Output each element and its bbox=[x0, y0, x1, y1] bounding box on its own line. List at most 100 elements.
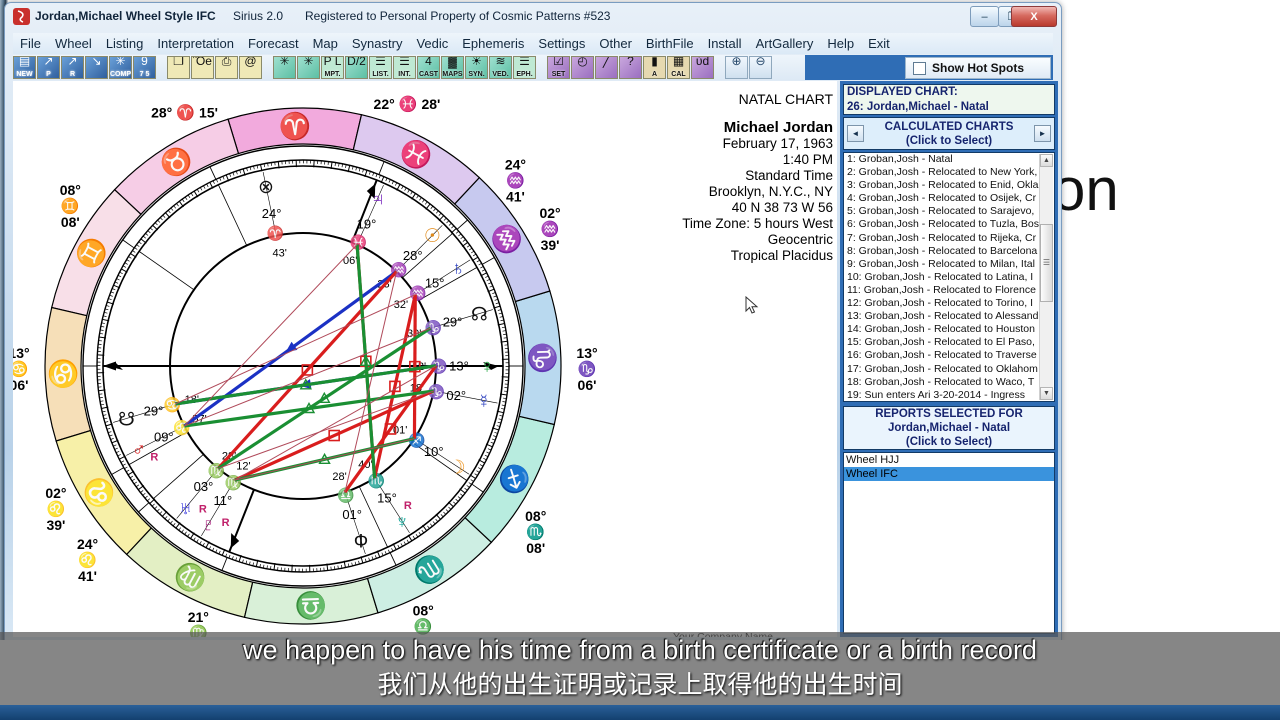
menu-item-forecast[interactable]: Forecast bbox=[241, 35, 306, 52]
chart-list-item[interactable]: 1: Groban,Josh - Natal bbox=[844, 153, 1054, 166]
taskbar[interactable] bbox=[0, 705, 1280, 720]
calculated-charts-list[interactable]: 1: Groban,Josh - Natal 2: Groban,Josh - R… bbox=[843, 152, 1055, 402]
menu-item-vedic[interactable]: Vedic bbox=[409, 35, 455, 52]
return-chart-icon-glyph: ↗ bbox=[67, 56, 78, 68]
calculated-charts-title: CALCULATED CHARTS bbox=[884, 120, 1014, 133]
chart-list-item[interactable]: 3: Groban,Josh - Relocated to Enid, Okla bbox=[844, 179, 1054, 192]
aspect-line bbox=[355, 244, 377, 479]
registration-text: Registered to Personal Property of Cosmi… bbox=[305, 9, 611, 23]
interpretation-icon[interactable]: ☰ INT. bbox=[393, 56, 416, 79]
menu-item-interpretation[interactable]: Interpretation bbox=[150, 35, 241, 52]
report-list-item[interactable]: Wheel IFC bbox=[844, 467, 1054, 481]
chart-list-item[interactable]: 18: Groban,Josh - Relocated to Waco, T bbox=[844, 376, 1054, 389]
ephemeris-icon[interactable]: ☰ EPH. bbox=[513, 56, 536, 79]
chart-list-item[interactable]: 5: Groban,Josh - Relocated to Sarajevo, bbox=[844, 205, 1054, 218]
maps-icon[interactable]: ▓ MAPS bbox=[441, 56, 464, 79]
save-icon[interactable]: Ὃe bbox=[191, 56, 214, 79]
menu-item-birthfile[interactable]: BirthFile bbox=[639, 35, 701, 52]
show-hot-spots-checkbox[interactable]: Show Hot Spots bbox=[905, 57, 1051, 79]
chart-list-item[interactable]: 2: Groban,Josh - Relocated to New York, bbox=[844, 166, 1054, 179]
degree-tick bbox=[199, 541, 202, 545]
synastry-icon[interactable]: ☀ SYN. bbox=[465, 56, 488, 79]
menu-item-ephemeris[interactable]: Ephemeris bbox=[455, 35, 531, 52]
reports-list[interactable]: Wheel HJJ Wheel IFC bbox=[843, 452, 1055, 634]
return-chart-icon[interactable]: ↗ R bbox=[61, 56, 84, 79]
chart-canvas[interactable]: ♈♉♊♋♌♍♎♏♐♑♒♓13°♋06'02°♌39'24°♌41'21°♍28'… bbox=[13, 81, 837, 637]
menu-item-wheel[interactable]: Wheel bbox=[48, 35, 99, 52]
search-chart-icon[interactable]: ὐd bbox=[691, 56, 714, 79]
next-chart-arrow[interactable]: ► bbox=[1034, 125, 1051, 142]
help-icon[interactable]: ? bbox=[619, 56, 642, 79]
scroll-thumb[interactable]: ☰ bbox=[1040, 224, 1053, 302]
menu-item-map[interactable]: Map bbox=[306, 35, 345, 52]
chart-list-item[interactable]: 15: Groban,Josh - Relocated to El Paso, bbox=[844, 336, 1054, 349]
chart-list-item[interactable]: 10: Groban,Josh - Relocated to Latina, I bbox=[844, 271, 1054, 284]
new-chart-icon[interactable]: ▤ NEW bbox=[13, 56, 36, 79]
chart-list-item[interactable]: 4: Groban,Josh - Relocated to Osijek, Cr bbox=[844, 192, 1054, 205]
chart-list-item[interactable]: 7: Groban,Josh - Relocated to Rijeka, Cr bbox=[844, 232, 1054, 245]
planet-degree: 29° bbox=[144, 403, 164, 418]
close-button[interactable]: X bbox=[1011, 6, 1057, 27]
degree-tick bbox=[391, 180, 394, 185]
report-list-item[interactable]: Wheel HJJ bbox=[844, 453, 1054, 467]
aspects-icon[interactable]: ✳ bbox=[297, 56, 320, 79]
zoom-in-icon[interactable]: ⊕ bbox=[725, 56, 748, 79]
chart-list-item[interactable]: 12: Groban,Josh - Relocated to Torino, I bbox=[844, 297, 1054, 310]
menu-item-settings[interactable]: Settings bbox=[531, 35, 592, 52]
new-chart-icon-label: NEW bbox=[16, 71, 33, 78]
wheel-icon[interactable]: ✳ bbox=[273, 56, 296, 79]
atlas-icon[interactable]: ▮ A bbox=[643, 56, 666, 79]
menu-item-listing[interactable]: Listing bbox=[99, 35, 151, 52]
menu-item-install[interactable]: Install bbox=[701, 35, 749, 52]
harmonic-chart-icon[interactable]: 97 5 bbox=[133, 56, 156, 79]
vedic-icon[interactable]: ≋ VED. bbox=[489, 56, 512, 79]
copy-icon[interactable]: ❐ bbox=[167, 56, 190, 79]
time-tools-icon[interactable]: ╱ bbox=[595, 56, 618, 79]
menu-item-file[interactable]: File bbox=[13, 35, 48, 52]
menu-item-synastry[interactable]: Synastry bbox=[345, 35, 410, 52]
chart-list-item[interactable]: 9: Groban,Josh - Relocated to Milan, Ita… bbox=[844, 258, 1054, 271]
chart-list-scrollbar[interactable]: ▲ ☰ ▼ bbox=[1039, 154, 1053, 400]
scroll-down-button[interactable]: ▼ bbox=[1040, 387, 1053, 400]
menu-item-exit[interactable]: Exit bbox=[861, 35, 897, 52]
hot-spots-label: Show Hot Spots bbox=[932, 61, 1024, 75]
minimize-button[interactable]: – bbox=[970, 6, 999, 27]
degree-tick bbox=[394, 182, 398, 186]
scroll-up-button[interactable]: ▲ bbox=[1040, 154, 1053, 167]
transit-chart-icon[interactable]: ↘ bbox=[85, 56, 108, 79]
degree-tick bbox=[435, 210, 439, 214]
zoom-out-icon[interactable]: ⊖ bbox=[749, 56, 772, 79]
degree-tick bbox=[170, 520, 173, 524]
menu-item-artgallery[interactable]: ArtGallery bbox=[749, 35, 821, 52]
chart-list-item[interactable]: 6: Groban,Josh - Relocated to Tuzla, Bos bbox=[844, 218, 1054, 231]
composite-chart-icon[interactable]: ✳ COMP bbox=[109, 56, 132, 79]
degree-tick bbox=[212, 547, 215, 552]
listing-icon[interactable]: ☰ LIST. bbox=[369, 56, 392, 79]
calendar-icon[interactable]: ▦ CAL bbox=[667, 56, 690, 79]
settings-icon[interactable]: ☑ SET bbox=[547, 56, 570, 79]
synastry-icon-label: SYN. bbox=[468, 71, 485, 78]
chart-list-item[interactable]: 14: Groban,Josh - Relocated to Houston bbox=[844, 323, 1054, 336]
degree-tick bbox=[425, 203, 431, 210]
email-icon[interactable]: @ bbox=[239, 56, 262, 79]
chart-list-item[interactable]: 17: Groban,Josh - Relocated to Oklahom bbox=[844, 363, 1054, 376]
progressed-chart-icon[interactable]: ↗ P bbox=[37, 56, 60, 79]
chart-list-item[interactable]: 13: Groban,Josh - Relocated to Alessand bbox=[844, 310, 1054, 323]
cusp-ring-tick bbox=[138, 502, 150, 513]
degree-tick bbox=[212, 180, 215, 184]
chart-list-item[interactable]: 19: Sun enters Ari 3-20-2014 - Ingress bbox=[844, 389, 1054, 401]
chart-list-item[interactable]: 11: Groban,Josh - Relocated to Florence bbox=[844, 284, 1054, 297]
menu-item-help[interactable]: Help bbox=[820, 35, 861, 52]
print-icon[interactable]: ⎙ bbox=[215, 56, 238, 79]
house-cusp-line bbox=[138, 251, 195, 291]
dial-icon[interactable]: D/2 bbox=[345, 56, 368, 79]
clock-icon[interactable]: ◴ bbox=[571, 56, 594, 79]
chart-list-item[interactable]: 8: Groban,Josh - Relocated to Barcelona bbox=[844, 245, 1054, 258]
prev-chart-arrow[interactable]: ◄ bbox=[847, 125, 864, 142]
forecast-icon[interactable]: 4 CAST bbox=[417, 56, 440, 79]
window-titlebar[interactable]: Jordan,Michael Wheel Style IFC Sirius 2.… bbox=[5, 3, 1061, 29]
menu-item-other[interactable]: Other bbox=[592, 35, 639, 52]
midpoint-listing-icon[interactable]: P L MPT. bbox=[321, 56, 344, 79]
hot-spots-checkbox-box[interactable] bbox=[913, 61, 926, 75]
chart-list-item[interactable]: 16: Groban,Josh - Relocated to Traverse bbox=[844, 349, 1054, 362]
